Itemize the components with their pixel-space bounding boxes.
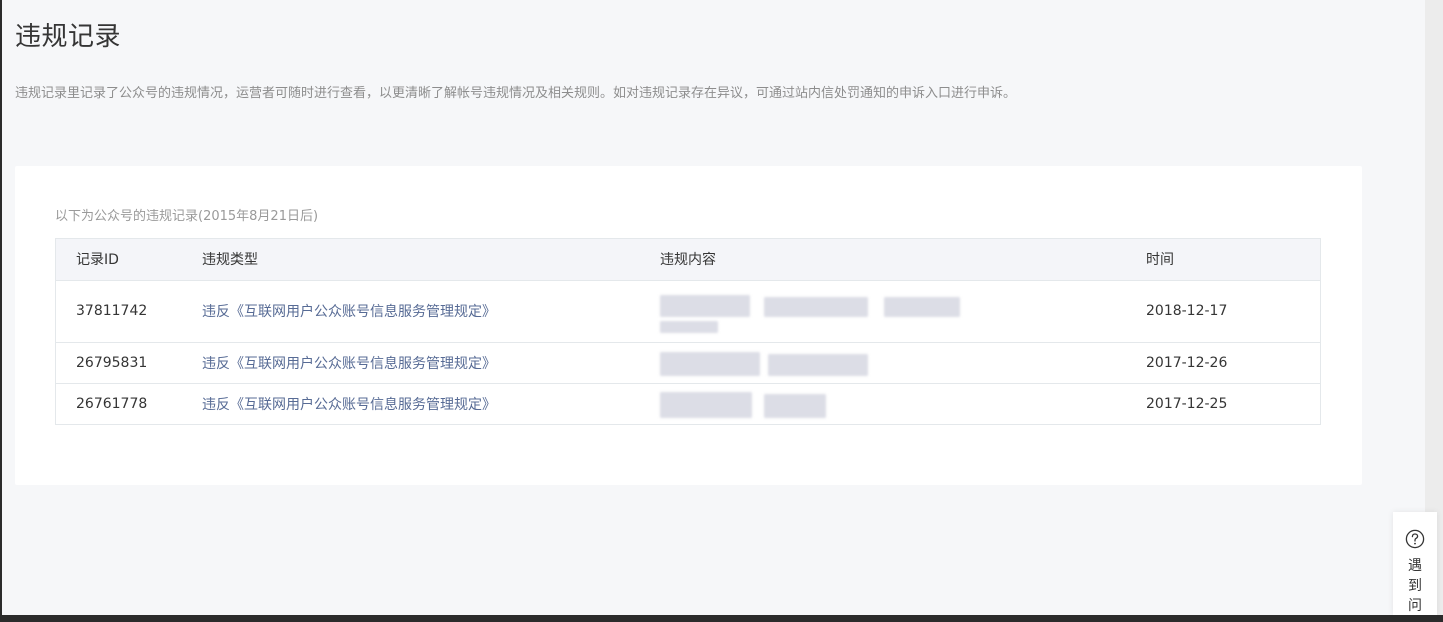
violation-type-link[interactable]: 违反《互联网用户公众账号信息服务管理规定》 bbox=[202, 397, 496, 413]
question-circle-icon bbox=[1405, 529, 1425, 549]
header-violation-type: 违规类型 bbox=[201, 239, 659, 281]
violation-content-redacted bbox=[659, 342, 1145, 384]
record-id: 37811742 bbox=[56, 280, 201, 343]
header-record-id: 记录ID bbox=[56, 239, 201, 281]
table-row: 26761778 违反《互联网用户公众账号信息服务管理规定》 2017-12-2… bbox=[56, 383, 1320, 424]
page-content: 违规记录 违规记录里记录了公众号的违规情况，运营者可随时进行查看，以更清晰了解帐… bbox=[2, 0, 1425, 615]
violation-type-link[interactable]: 违反《互联网用户公众账号信息服务管理规定》 bbox=[202, 356, 496, 372]
records-card: 以下为公众号的违规记录(2015年8月21日后) 记录ID 违规类型 违规内容 … bbox=[15, 166, 1362, 485]
record-time: 2017-12-25 bbox=[1146, 395, 1228, 412]
record-time: 2018-12-17 bbox=[1145, 280, 1320, 343]
page-title: 违规记录 bbox=[15, 22, 122, 52]
records-caption: 以下为公众号的违规记录(2015年8月21日后) bbox=[55, 209, 319, 224]
table-header-row: 记录ID 违规类型 违规内容 时间 bbox=[56, 239, 1320, 281]
record-id: 26761778 bbox=[76, 395, 148, 412]
violation-content-redacted bbox=[659, 383, 1145, 424]
page-description: 违规记录里记录了公众号的违规情况，运营者可随时进行查看，以更清晰了解帐号违规情况… bbox=[15, 86, 1017, 101]
record-id: 26795831 bbox=[56, 342, 201, 384]
help-button[interactable]: 遇到问 bbox=[1393, 512, 1437, 615]
table-row: 37811742 违反《互联网用户公众账号信息服务管理规定》 2018-12-1… bbox=[56, 280, 1320, 343]
bottom-edge bbox=[0, 615, 1443, 622]
violation-content-redacted bbox=[659, 280, 1145, 343]
table-row: 26795831 违反《互联网用户公众账号信息服务管理规定》 2017-12-2… bbox=[56, 342, 1320, 384]
help-label: 遇到问 bbox=[1408, 558, 1422, 614]
records-table: 记录ID 违规类型 违规内容 时间 37811742 违反《互联网用户公众账号信… bbox=[55, 238, 1321, 425]
record-time: 2017-12-26 bbox=[1145, 342, 1320, 384]
header-time: 时间 bbox=[1145, 239, 1320, 281]
violation-type-link[interactable]: 违反《互联网用户公众账号信息服务管理规定》 bbox=[202, 304, 496, 320]
header-violation-content: 违规内容 bbox=[659, 239, 1145, 281]
